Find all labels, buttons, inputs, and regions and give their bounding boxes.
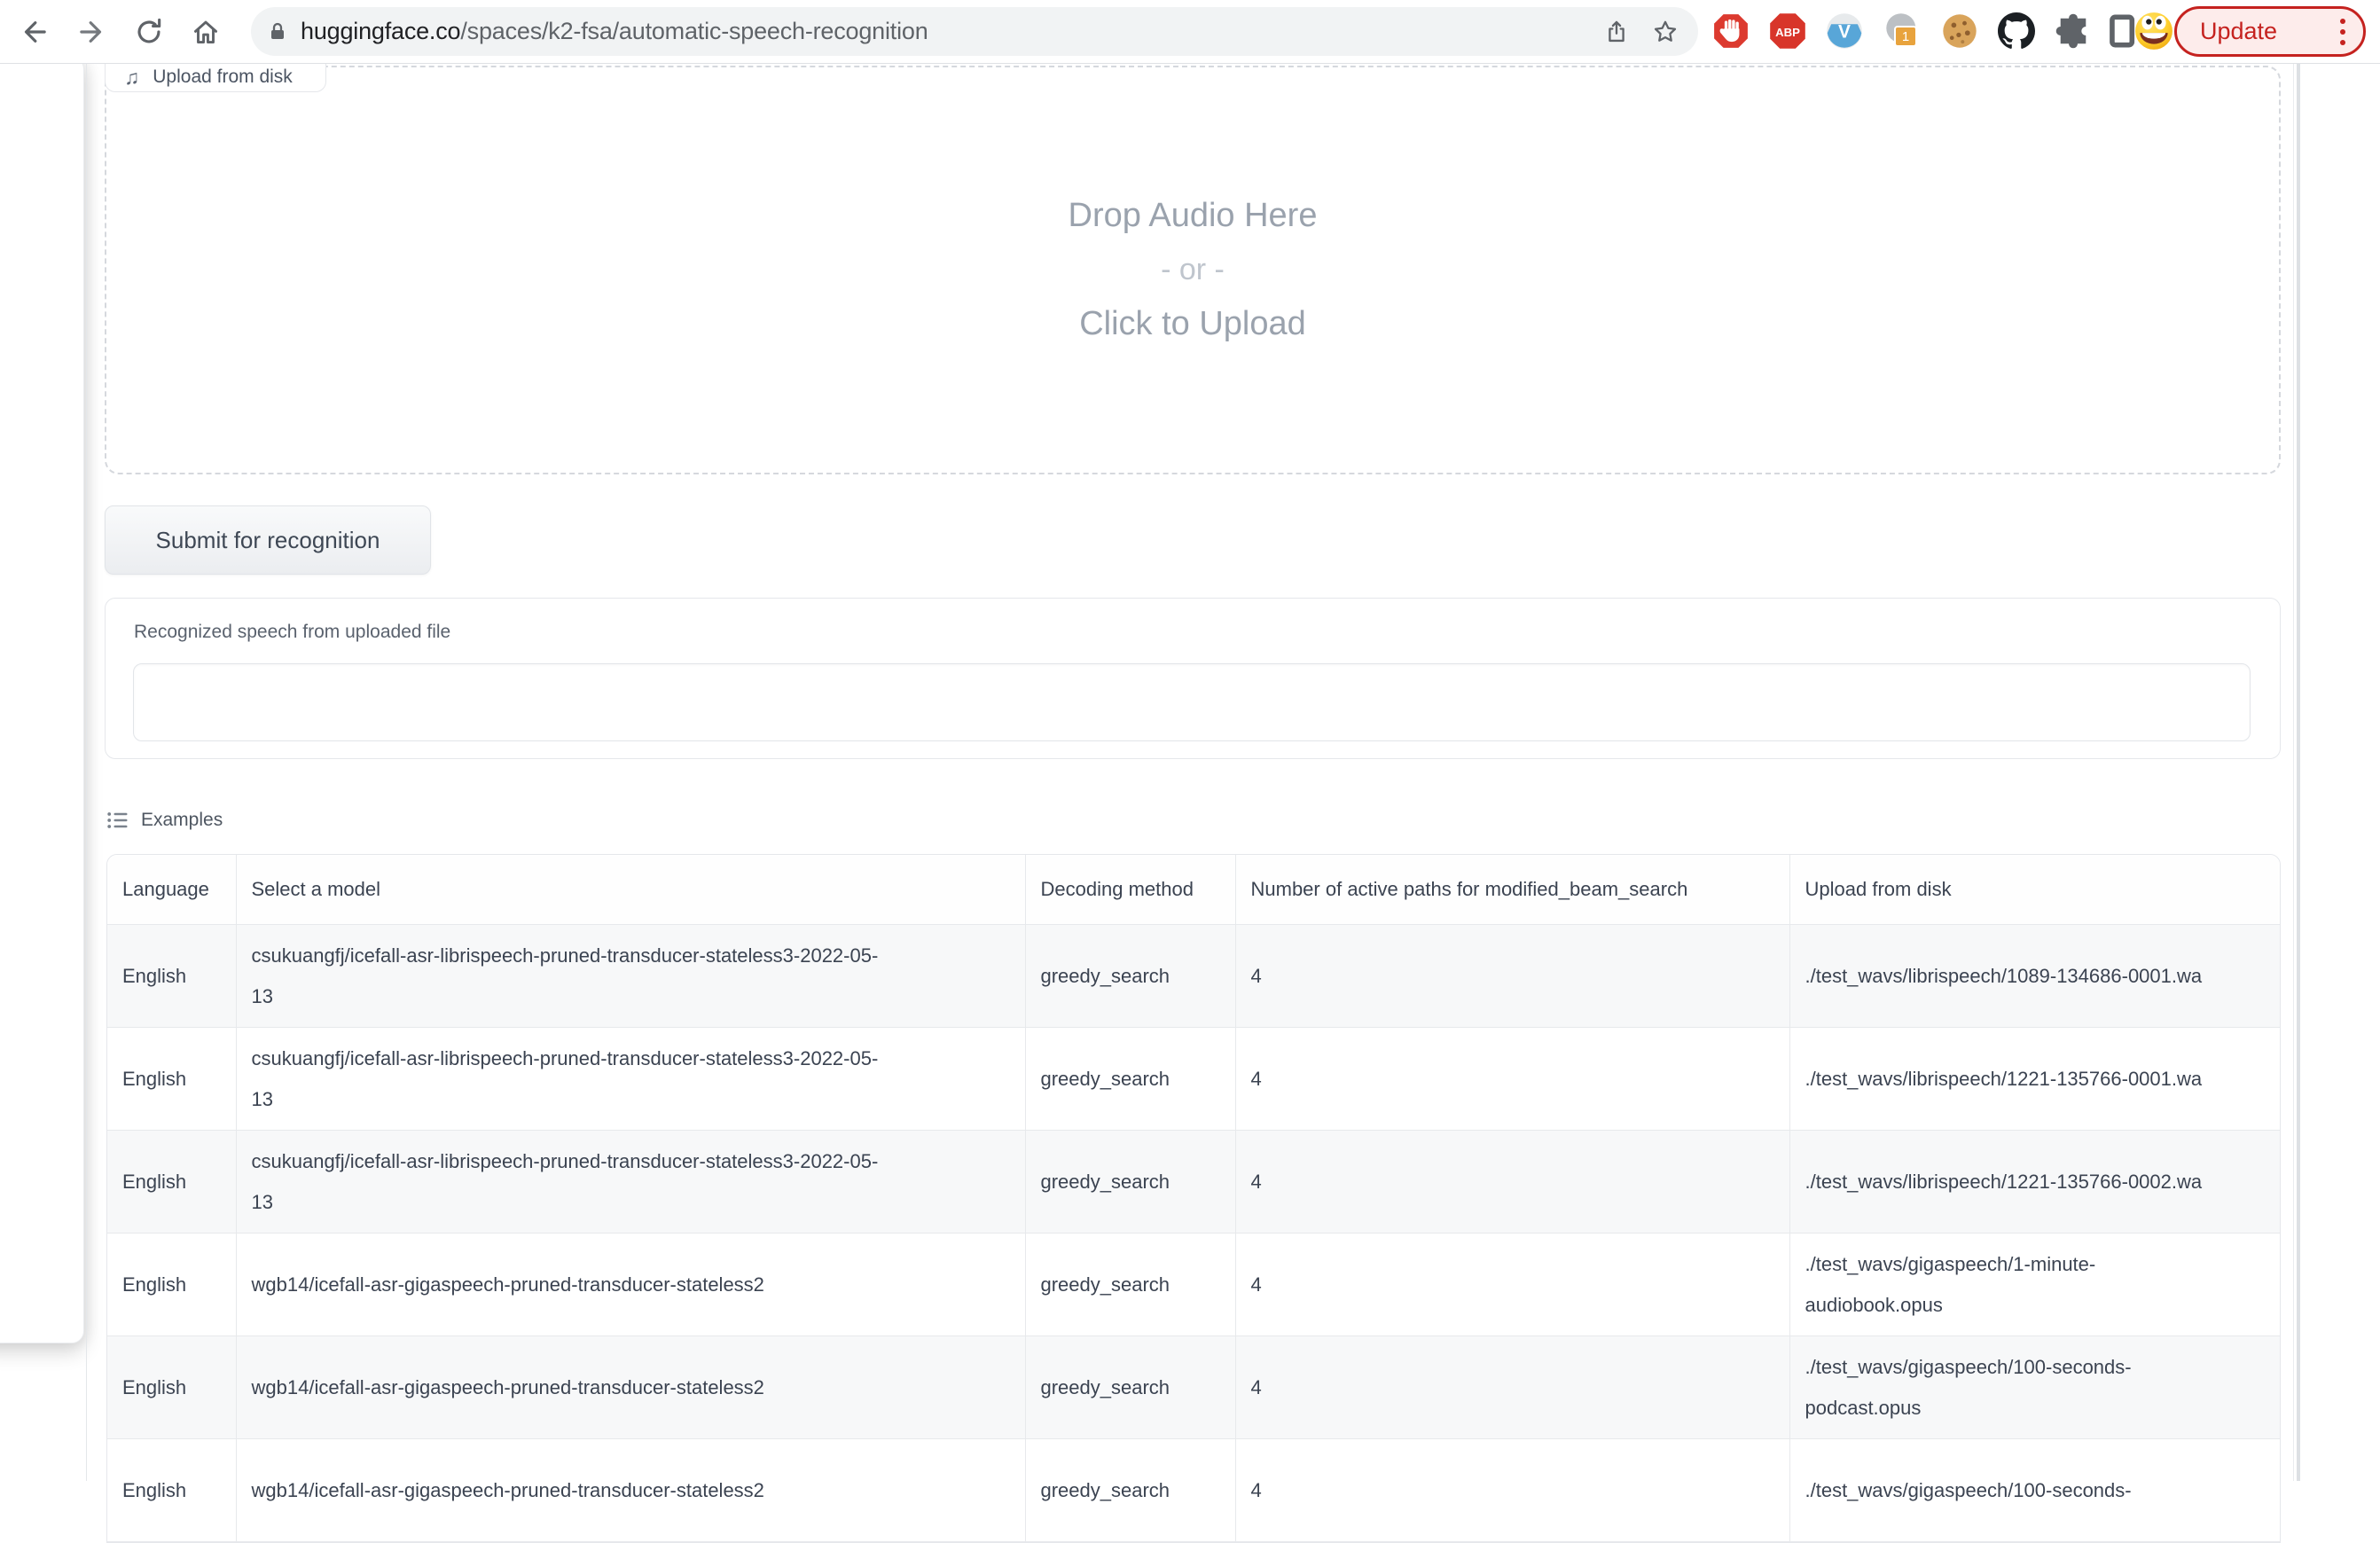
cell-paths[interactable]: 4 [1235,1028,1789,1131]
audio-dropzone[interactable]: Drop Audio Here - or - Click to Upload [105,66,2281,474]
profile-circle-extension-icon[interactable]: 1 [1883,12,1922,51]
forward-button[interactable] [71,11,114,53]
abp-label: ABP [1775,26,1800,39]
examples-header-row: LanguageSelect a modelDecoding methodNum… [107,855,2281,925]
cell-paths[interactable]: 4 [1235,1439,1789,1542]
kebab-menu-icon[interactable] [2340,19,2345,45]
cell-upload[interactable]: ./test_wavs/librispeech/1221-135766-0001… [1789,1028,2281,1131]
address-bar[interactable]: huggingface.co/spaces/k2-fsa/automatic-s… [251,7,1698,56]
lock-icon [267,21,288,43]
adblock-plus-extension-icon[interactable]: ABP ABP [1768,12,1807,51]
right-scrollbar-divider[interactable] [2297,63,2300,1481]
example-row[interactable]: Englishcsukuangfj/icefall-asr-librispeec… [107,1131,2281,1234]
cell-decoding[interactable]: greedy_search [1025,1336,1235,1439]
list-icon [106,809,129,832]
example-row[interactable]: Englishwgb14/icefall-asr-gigaspeech-prun… [107,1336,2281,1439]
examples-tbody: Englishcsukuangfj/icefall-asr-librispeec… [107,925,2281,1542]
cell-model[interactable]: csukuangfj/icefall-asr-librispeech-prune… [236,925,1025,1028]
url-domain: huggingface.co [301,18,460,44]
reload-button[interactable] [128,11,170,53]
cell-upload[interactable]: ./test_wavs/librispeech/1221-135766-0002… [1789,1131,2281,1234]
url-path: /spaces/k2-fsa/automatic-speech-recognit… [460,18,928,44]
home-icon [191,17,221,47]
column-header: Decoding method [1025,855,1235,925]
v-label: V [1838,22,1851,43]
back-icon [19,17,49,47]
column-header: Upload from disk [1789,855,2281,925]
examples-table: LanguageSelect a modelDecoding methodNum… [106,854,2281,1543]
content-left-divider [86,63,87,1481]
share-icon[interactable] [1604,20,1629,44]
drop-audio-text: Drop Audio Here [1069,197,1318,235]
cell-language[interactable]: English [107,1131,236,1234]
cell-language[interactable]: English [107,925,236,1028]
cell-decoding[interactable]: greedy_search [1025,925,1235,1028]
chrome-update-button[interactable]: Update [2174,6,2366,57]
back-button[interactable] [12,11,55,53]
example-row[interactable]: Englishcsukuangfj/icefall-asr-librispeec… [107,1028,2281,1131]
cell-language[interactable]: English [107,1336,236,1439]
tab-upload-from-disk[interactable]: ♫ Upload from disk [105,63,326,92]
update-label: Update [2200,18,2277,45]
column-header: Select a model [236,855,1025,925]
stop-hand-extension-icon[interactable] [1712,12,1750,50]
forward-icon [77,17,107,47]
browser-toolbar: huggingface.co/spaces/k2-fsa/automatic-s… [0,0,2380,64]
cell-paths[interactable]: 4 [1235,1336,1789,1439]
home-button[interactable] [184,11,227,53]
examples-label: Examples [141,810,223,831]
cell-paths[interactable]: 4 [1235,1131,1789,1234]
recognized-speech-output[interactable] [133,663,2251,741]
cell-decoding[interactable]: greedy_search [1025,1131,1235,1234]
extension-badge: 1 [1894,26,1917,47]
cell-language[interactable]: English [107,1439,236,1542]
music-notes-icon: ♫ [124,67,139,88]
cell-model[interactable]: csukuangfj/icefall-asr-librispeech-prune… [236,1028,1025,1131]
github-extension-icon[interactable] [1998,12,2035,50]
cell-model[interactable]: wgb14/icefall-asr-gigaspeech-pruned-tran… [236,1439,1025,1542]
cell-upload[interactable]: ./test_wavs/librispeech/1089-134686-0001… [1789,925,2281,1028]
example-row[interactable]: Englishcsukuangfj/icefall-asr-librispeec… [107,925,2281,1028]
recognized-speech-panel: Recognized speech from uploaded file [105,598,2281,759]
cell-decoding[interactable]: greedy_search [1025,1028,1235,1131]
cell-upload[interactable]: ./test_wavs/gigaspeech/100-seconds- [1789,1439,2281,1542]
example-row[interactable]: Englishwgb14/icefall-asr-gigaspeech-prun… [107,1234,2281,1336]
column-header: Language [107,855,236,925]
cell-model[interactable]: csukuangfj/icefall-asr-librispeech-prune… [236,1131,1025,1234]
cell-model[interactable]: wgb14/icefall-asr-gigaspeech-pruned-tran… [236,1234,1025,1336]
reload-icon [134,17,164,47]
cell-decoding[interactable]: greedy_search [1025,1439,1235,1542]
cell-language[interactable]: English [107,1028,236,1131]
cookie-extension-icon[interactable] [1940,12,1979,51]
example-row[interactable]: Englishwgb14/icefall-asr-gigaspeech-prun… [107,1439,2281,1542]
cell-upload[interactable]: ./test_wavs/gigaspeech/100-seconds-podca… [1789,1336,2281,1439]
smiley-extension-icon[interactable] [2133,11,2174,51]
cell-decoding[interactable]: greedy_search [1025,1234,1235,1336]
bookmark-star-icon[interactable] [1652,19,1679,45]
url-text[interactable]: huggingface.co/spaces/k2-fsa/automatic-s… [301,18,1604,45]
click-to-upload-text: Click to Upload [1079,305,1306,343]
column-header: Number of active paths for modified_beam… [1235,855,1789,925]
cell-paths[interactable]: 4 [1235,925,1789,1028]
cell-model[interactable]: wgb14/icefall-asr-gigaspeech-pruned-tran… [236,1336,1025,1439]
right-divider-thin [2293,63,2294,1481]
cell-paths[interactable]: 4 [1235,1234,1789,1336]
tab-label: Upload from disk [153,67,293,88]
cell-upload[interactable]: ./test_wavs/gigaspeech/1-minute-audioboo… [1789,1234,2281,1336]
submit-for-recognition-button[interactable]: Submit for recognition [105,505,431,575]
drop-or-text: - or - [1161,253,1225,287]
extensions-puzzle-icon[interactable] [2055,13,2091,49]
left-panel-edge [0,57,84,1343]
examples-header: Examples [106,803,223,838]
cell-language[interactable]: English [107,1234,236,1336]
recognized-speech-label: Recognized speech from uploaded file [134,622,450,643]
v-extension-icon[interactable]: V V [1825,12,1864,51]
